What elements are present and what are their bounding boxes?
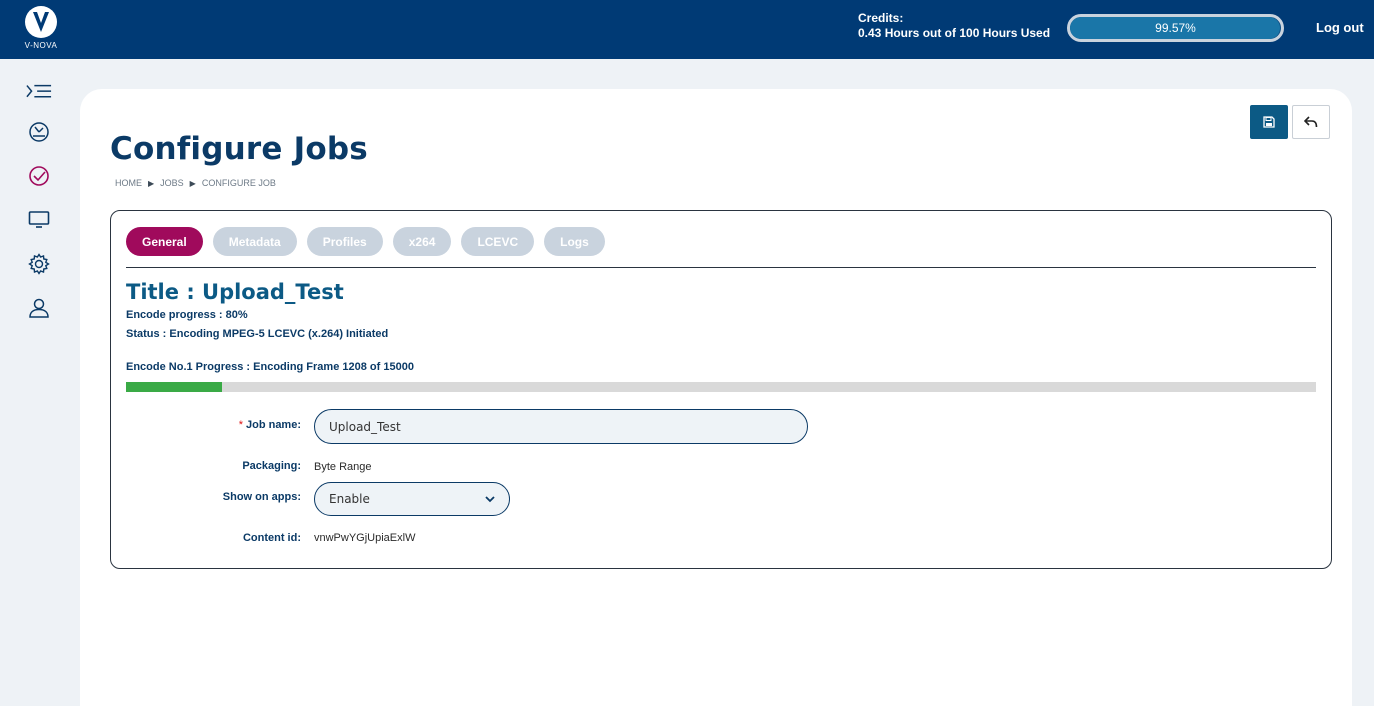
tab-divider — [126, 267, 1316, 268]
save-button[interactable] — [1250, 105, 1288, 139]
job-config-card: General Metadata Profiles x264 LCEVC Log… — [110, 210, 1332, 569]
page-title: Configure Jobs — [110, 131, 368, 167]
logout-link[interactable]: Log out — [1316, 20, 1364, 35]
breadcrumb-separator: ▶ — [148, 178, 155, 188]
vnova-logo[interactable]: V-NOVA — [22, 6, 60, 54]
frame-progress-fill — [126, 382, 222, 392]
top-bar: V-NOVA Credits: 0.43 Hours out of 100 Ho… — [0, 0, 1374, 59]
breadcrumb-separator: ▶ — [189, 178, 196, 188]
credits-percent: 99.57% — [1155, 21, 1196, 35]
tab-x264[interactable]: x264 — [392, 227, 452, 256]
job-name-label-text: Job name: — [245, 419, 301, 431]
show-on-apps-value: Enable — [329, 492, 370, 506]
job-title: Title : Upload_Test — [126, 280, 344, 304]
show-on-apps-select[interactable]: Enable — [314, 482, 510, 516]
job-name-label: * Job name: — [111, 419, 301, 431]
dashboard-icon[interactable] — [26, 119, 52, 145]
packaging-label: Packaging: — [242, 460, 301, 472]
tab-lcevc[interactable]: LCEVC — [461, 227, 535, 256]
tab-profiles[interactable]: Profiles — [306, 227, 383, 256]
save-icon — [1263, 116, 1275, 128]
credits-usage: 0.43 Hours out of 100 Hours Used — [858, 26, 1051, 40]
undo-arrow-icon — [1304, 116, 1318, 128]
tab-logs[interactable]: Logs — [544, 227, 605, 256]
user-icon[interactable] — [26, 295, 52, 321]
breadcrumb: HOME ▶ JOBS ▶ CONFIGURE JOB — [115, 178, 276, 188]
content-id-label: Content id: — [242, 532, 301, 544]
chevron-down-icon — [485, 495, 495, 502]
credits-progress-bar: 99.57% — [1067, 14, 1284, 42]
job-name-input[interactable] — [314, 409, 808, 444]
status-text: Status : Encoding MPEG-5 LCEVC (x.264) I… — [126, 328, 389, 340]
content-id-value: vnwPwYGjUpiaExlW — [314, 532, 416, 544]
monitor-icon[interactable] — [26, 207, 52, 233]
jobs-check-icon[interactable] — [26, 163, 52, 189]
show-on-apps-label: Show on apps: — [222, 491, 301, 503]
frame-progress-bar — [126, 382, 1316, 392]
breadcrumb-configure-job: CONFIGURE JOB — [201, 178, 276, 188]
packaging-value: Byte Range — [314, 461, 372, 473]
main-panel: Configure Jobs HOME ▶ JOBS ▶ CONFIGURE J… — [80, 89, 1352, 706]
required-marker: * — [238, 419, 243, 431]
back-button[interactable] — [1292, 105, 1330, 139]
breadcrumb-home[interactable]: HOME — [115, 178, 142, 188]
credits-info: Credits: 0.43 Hours out of 100 Hours Use… — [858, 11, 1050, 41]
settings-gear-icon[interactable] — [26, 251, 52, 277]
logo-text: V-NOVA — [24, 41, 58, 50]
tab-metadata[interactable]: Metadata — [212, 227, 297, 256]
tab-general[interactable]: General — [126, 227, 203, 256]
logo-v-icon — [25, 6, 57, 38]
menu-toggle-icon[interactable] — [26, 80, 52, 106]
breadcrumb-jobs[interactable]: JOBS — [160, 178, 184, 188]
tab-bar: General Metadata Profiles x264 LCEVC Log… — [126, 227, 605, 256]
encode-progress-text: Encode progress : 80% — [126, 309, 248, 321]
credits-label: Credits: — [858, 11, 904, 25]
encode-no1-progress-text: Encode No.1 Progress : Encoding Frame 12… — [126, 361, 414, 373]
